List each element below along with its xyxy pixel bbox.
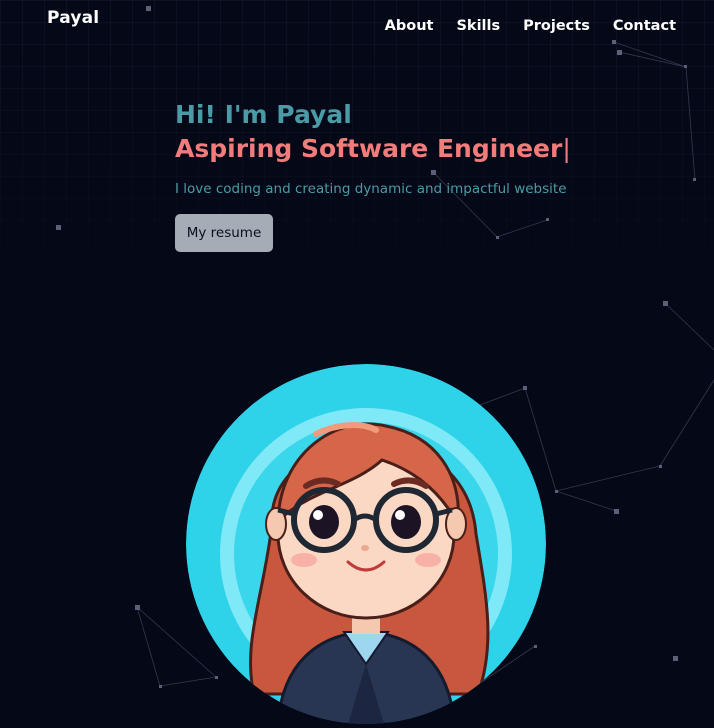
typing-cursor: | — [562, 134, 571, 163]
hero-greeting: Hi! I'm Payal — [175, 100, 352, 129]
brand-logo[interactable]: Payal — [47, 8, 99, 28]
nav-link-projects[interactable]: Projects — [523, 18, 590, 34]
hero-tagline: I love coding and creating dynamic and i… — [175, 181, 567, 197]
navbar: Payal About Skills Projects Contact — [0, 0, 714, 56]
cartoon-girl-avatar-icon — [186, 364, 546, 724]
hero-role-text: Aspiring Software Engineer — [175, 134, 563, 163]
avatar-image — [186, 364, 546, 724]
nav-link-about[interactable]: About — [385, 18, 434, 34]
hero-role: Aspiring Software Engineer| — [175, 133, 655, 165]
nav-link-skills[interactable]: Skills — [456, 18, 500, 34]
resume-button[interactable]: My resume — [175, 214, 273, 252]
hero-section: Hi! I'm Payal Aspiring Software Engineer… — [175, 100, 655, 252]
nav-link-contact[interactable]: Contact — [613, 18, 676, 34]
nav-links: About Skills Projects Contact — [385, 18, 676, 34]
